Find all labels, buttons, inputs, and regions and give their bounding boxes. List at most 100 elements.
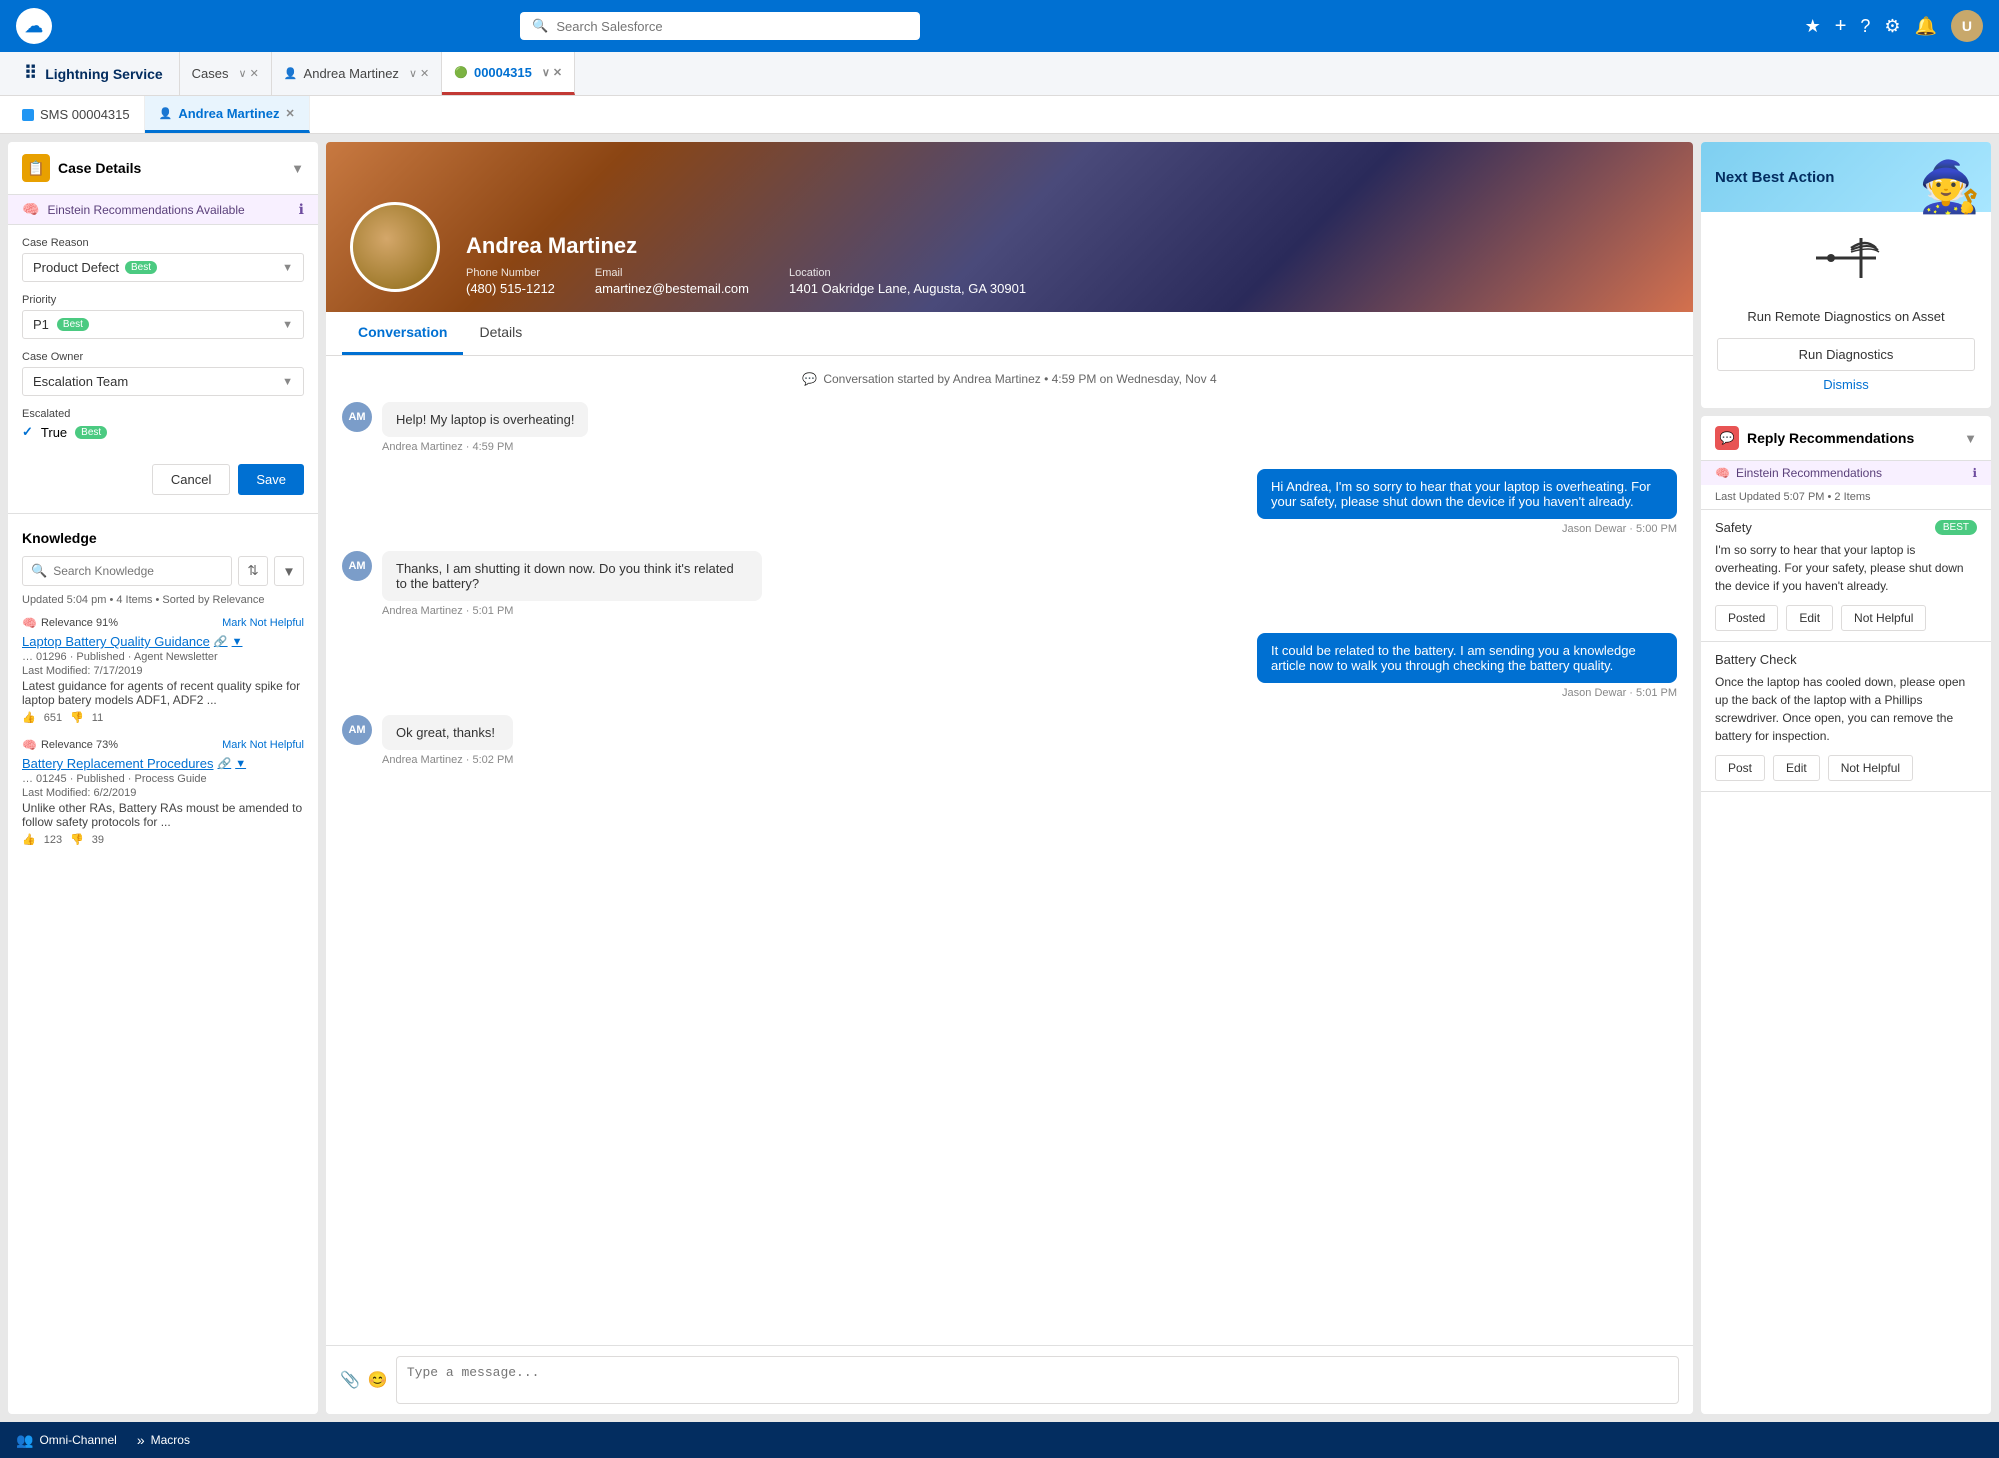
article-desc-2: Unlike other RAs, Battery RAs moust be a… [22,801,304,829]
chat-area[interactable]: 💬 Conversation started by Andrea Martine… [326,356,1693,1345]
article-desc-1: Latest guidance for agents of recent qua… [22,679,304,707]
relevance-row-2: 🧠 Relevance 73% Mark Not Helpful [22,738,304,752]
knowledge-sort-button[interactable]: ⇅ [238,556,268,586]
priority-select[interactable]: P1 Best ▼ [22,310,304,339]
tab-cases[interactable]: Cases ∨ ✕ [180,52,272,95]
tab-cases-label: Cases [192,66,229,81]
chat-bubble-2: Hi Andrea, I'm so sorry to hear that you… [1257,469,1677,519]
subtab-sms[interactable]: SMS 00004315 [8,96,145,133]
knowledge-meta: Updated 5:04 pm • 4 Items • Sorted by Re… [22,594,304,606]
case-reason-select[interactable]: Product Defect Best ▼ [22,253,304,282]
escalated-value: True [41,425,67,440]
einstein-relevance-icon-2: 🧠 [22,738,37,752]
downvote-icon-2[interactable]: 👎 [70,833,84,846]
article-modified-1: Last Modified: 7/17/2019 [22,665,304,677]
rr-posted-button[interactable]: Posted [1715,605,1778,631]
article-dropdown-icon-2[interactable]: ▼ [235,758,246,770]
macros-item[interactable]: » Macros [137,1432,190,1448]
chat-timestamp-3: Andrea Martinez · 5:01 PM [382,605,762,617]
nba-header: Next Best Action 🧙 [1701,142,1991,212]
avatar[interactable]: U [1951,10,1983,42]
cancel-button[interactable]: Cancel [152,464,230,495]
search-input[interactable] [556,19,908,34]
subtab-andrea[interactable]: 👤 Andrea Martinez ✕ [145,96,310,133]
dismiss-button[interactable]: Dismiss [1823,377,1869,392]
rr-item-2-label: Battery Check [1715,652,1797,667]
case-owner-select[interactable]: Escalation Team ▼ [22,367,304,396]
rr-item-1: Safety BEST I'm so sorry to hear that yo… [1701,510,1991,642]
tab-details[interactable]: Details [463,312,538,355]
rr-edit-button-2[interactable]: Edit [1773,755,1820,781]
chat-bubble-3: Thanks, I am shutting it down now. Do yo… [382,551,762,601]
tab-case-close[interactable]: ∨ ✕ [542,66,562,79]
article-dropdown-icon-1[interactable]: ▼ [232,636,243,648]
tab-case-number-label: 00004315 [474,65,532,80]
rr-item-1-actions: Posted Edit Not Helpful [1715,605,1977,631]
notifications-icon[interactable]: 🔔 [1915,16,1937,37]
tab-andrea-martinez[interactable]: 👤 Andrea Martinez ∨ ✕ [272,52,442,95]
priority-value: P1 [33,317,49,332]
diagnostics-icon [1717,228,1975,301]
upvote-icon-1[interactable]: 👍 [22,711,36,724]
knowledge-search-icon: 🔍 [31,563,47,579]
favorites-icon[interactable]: ★ [1805,16,1821,37]
mark-not-helpful-1[interactable]: Mark Not Helpful [222,617,304,629]
mark-not-helpful-2[interactable]: Mark Not Helpful [222,739,304,751]
profile-phone: Phone Number (480) 515-1212 [466,267,555,296]
rr-edit-button-1[interactable]: Edit [1786,605,1833,631]
rr-not-helpful-button-2[interactable]: Not Helpful [1828,755,1913,781]
subtab-andrea-close[interactable]: ✕ [285,107,294,120]
omni-channel-icon: 👥 [16,1432,33,1449]
add-icon[interactable]: + [1835,15,1847,38]
run-diagnostics-button[interactable]: Run Diagnostics [1717,338,1975,371]
salesforce-logo[interactable]: ☁ [16,8,52,44]
chat-timestamp-2: Jason Dewar · 5:00 PM [1562,523,1677,535]
escalated-row: ✓ True Best [22,424,304,440]
macros-label: Macros [151,1433,190,1447]
profile-name: Andrea Martinez [466,233,1026,259]
emoji-icon[interactable]: 😊 [368,1370,388,1390]
chat-input-area: 📎 😊 [326,1345,1693,1414]
rr-not-helpful-button-1[interactable]: Not Helpful [1841,605,1926,631]
downvote-icon-1[interactable]: 👎 [70,711,84,724]
search-bar[interactable]: 🔍 [520,12,920,40]
subtab-andrea-label: Andrea Martinez [178,106,279,121]
article-link-2[interactable]: Battery Replacement Procedures 🔗 ▼ [22,756,304,771]
rr-einstein-text: Einstein Recommendations [1736,466,1882,480]
vote-row-1: 👍 651 👎 11 [22,711,304,724]
einstein-info-icon[interactable]: ℹ [299,201,304,218]
priority-chevron: ▼ [282,319,293,331]
downvote-count-1: 11 [92,712,103,724]
profile-location: Location 1401 Oakridge Lane, Augusta, GA… [789,267,1026,296]
attach-icon[interactable]: 📎 [340,1370,360,1390]
knowledge-filter-button[interactable]: ▼ [274,556,304,586]
tab-andrea-close[interactable]: ∨ ✕ [409,67,429,80]
help-icon[interactable]: ? [1860,16,1870,37]
top-navigation: ☁ 🔍 ★ + ? ⚙ 🔔 U [0,0,1999,52]
save-button[interactable]: Save [238,464,304,495]
tab-contact-icon: 👤 [284,67,298,80]
rr-info-icon[interactable]: ℹ [1972,466,1977,480]
case-reason-best-badge: Best [125,261,157,274]
case-details-header: 📋 Case Details ▼ [8,142,318,195]
tab-cases-close[interactable]: ∨ ✕ [239,67,259,80]
upvote-icon-2[interactable]: 👍 [22,833,36,846]
chat-input[interactable] [396,1356,1679,1404]
einstein-text: Einstein Recommendations Available [47,203,244,217]
tab-conversation[interactable]: Conversation [342,312,463,355]
rr-einstein-bar: 🧠 Einstein Recommendations ℹ [1701,461,1991,485]
tab-andrea-label: Andrea Martinez [304,66,399,81]
knowledge-search-input[interactable] [53,564,223,578]
knowledge-search-box[interactable]: 🔍 [22,556,232,586]
nba-einstein-icon: 🧙 [1919,162,1981,212]
nav-icons: ★ + ? ⚙ 🔔 U [1805,10,1983,42]
settings-icon[interactable]: ⚙ [1884,16,1900,37]
case-details-chevron[interactable]: ▼ [291,161,304,176]
article-link-1[interactable]: Laptop Battery Quality Guidance 🔗 ▼ [22,634,304,649]
rr-chevron[interactable]: ▼ [1964,431,1977,446]
rr-post-button[interactable]: Post [1715,755,1765,781]
tab-00004315[interactable]: 🟢 00004315 ∨ ✕ [442,52,575,95]
article-meta-1: … 01296 · Published · Agent Newsletter [22,651,304,663]
rr-icon-box: 💬 [1715,426,1739,450]
omni-channel-item[interactable]: 👥 Omni-Channel [16,1432,117,1449]
